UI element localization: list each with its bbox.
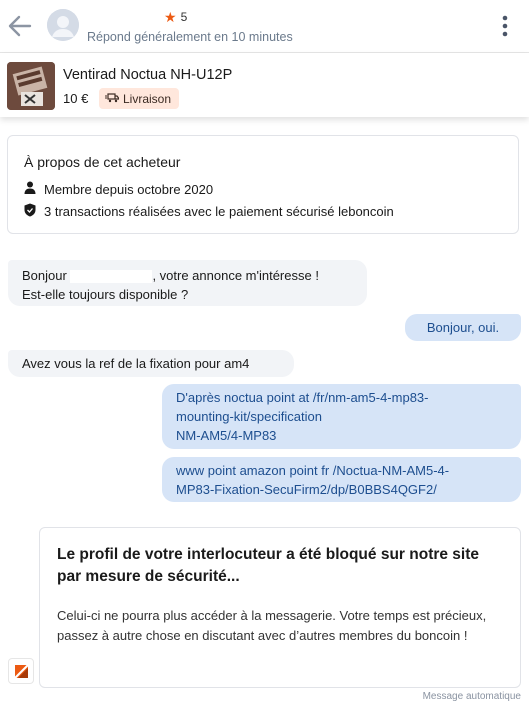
outgoing-message: Bonjour, oui.	[405, 314, 521, 341]
message-line: mounting-kit/specification	[176, 409, 322, 424]
message-line: NM-AM5/4-MP83	[176, 428, 277, 443]
product-price: 10 €	[63, 91, 89, 106]
truck-icon	[105, 92, 120, 106]
leboncoin-logo-icon	[8, 658, 34, 684]
product-thumbnail[interactable]	[7, 62, 55, 110]
product-summary[interactable]: Ventirad Noctua NH-U12P 10 € Livraison	[0, 53, 529, 117]
message-line: MP83-Fixation-SecuFirm2/dp/B0BBS4QGF2/	[176, 482, 437, 497]
outgoing-message: D'après noctua point at /fr/nm-am5-4-mp8…	[162, 384, 521, 449]
blocked-profile-notice: Le profil de votre interlocuteur a été b…	[39, 527, 521, 688]
delivery-badge: Livraison	[99, 88, 180, 109]
blocked-notice-body: Celui-ci ne pourra plus accéder à la mes…	[57, 608, 487, 643]
message-line: Bonjour , votre annonce m'intéresse !	[22, 266, 353, 285]
person-icon	[24, 181, 36, 197]
conversation-header: ★ 5 Répond généralement en 10 minutes	[0, 0, 529, 53]
outgoing-message: www point amazon point fr /Noctua-NM-AM5…	[162, 457, 521, 502]
transactions-text: 3 transactions réalisées avec le paiemen…	[44, 204, 394, 219]
blocked-notice-title: Le profil de votre interlocuteur a été b…	[57, 546, 480, 585]
delivery-label: Livraison	[123, 91, 172, 106]
redacted-name	[70, 270, 153, 284]
rating-value: 5	[180, 10, 188, 24]
back-arrow-icon[interactable]	[6, 12, 34, 40]
message-line: D'après noctua point at /fr/nm-am5-4-mp8…	[176, 390, 429, 405]
message-text: Bonjour	[22, 268, 67, 283]
message-text: Avez vous la ref de la fixation pour am4	[22, 356, 250, 371]
seller-rating: ★ 5	[164, 10, 187, 24]
avatar-icon[interactable]	[47, 9, 79, 41]
message-text: Bonjour, oui.	[426, 320, 500, 335]
incoming-message: Avez vous la ref de la fixation pour am4	[8, 350, 294, 377]
message-line: www point amazon point fr /Noctua-NM-AM5…	[176, 463, 450, 478]
message-line: Est-elle toujours disponible ?	[22, 287, 189, 302]
incoming-message: Bonjour , votre annonce m'intéresse ! Es…	[8, 260, 367, 306]
automatic-message-label: Message automatique	[422, 691, 521, 702]
about-buyer-card: À propos de cet acheteur Membre depuis o…	[7, 135, 519, 234]
reply-time: Répond généralement en 10 minutes	[87, 30, 293, 44]
message-text: , votre annonce m'intéresse !	[152, 268, 319, 283]
transactions-row: 3 transactions réalisées avec le paiemen…	[24, 203, 394, 220]
shield-icon	[24, 203, 36, 220]
about-buyer-title: À propos de cet acheteur	[24, 154, 181, 170]
member-since-row: Membre depuis octobre 2020	[24, 181, 213, 197]
product-title: Ventirad Noctua NH-U12P	[63, 67, 233, 83]
star-icon: ★	[164, 9, 177, 25]
member-since-text: Membre depuis octobre 2020	[44, 181, 214, 197]
kebab-menu-icon[interactable]	[497, 14, 513, 38]
